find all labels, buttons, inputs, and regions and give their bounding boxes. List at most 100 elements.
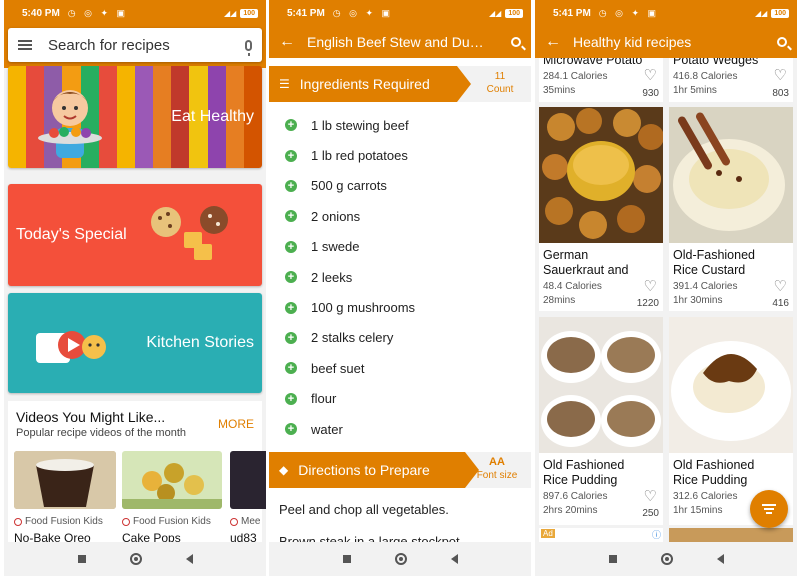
ingredients-header-bar: ☰ Ingredients Required: [269, 66, 471, 102]
ingredient-item[interactable]: + water: [269, 414, 531, 444]
add-icon[interactable]: +: [285, 210, 297, 223]
recipe-app-bar: ← English Beef Stew and Dum…: [269, 26, 531, 58]
back-arrow-icon[interactable]: ←: [279, 33, 299, 51]
status-bar: 5:41 PM ◷ ◎ ✦ ▣ ◢◢ 100: [535, 0, 797, 26]
like-count: 250: [642, 508, 659, 519]
status-bar: 5:40 PM ◷ ◎ ✦ ▣ ◢◢ 100: [4, 0, 266, 26]
home-button[interactable]: [394, 553, 407, 565]
ingredient-item[interactable]: +1 swede: [269, 232, 531, 262]
heart-icon[interactable]: ♡: [644, 66, 657, 84]
todays-special-card[interactable]: Today's Special: [8, 184, 262, 286]
cake-pops-image: [122, 451, 222, 509]
ingredient-item[interactable]: +500 g carrots: [269, 171, 531, 201]
signal-icon: ◢◢: [224, 8, 237, 18]
notification-icons: ◷ ◎ ✦ ▣: [598, 7, 660, 18]
add-icon[interactable]: +: [285, 423, 297, 436]
home-button[interactable]: [129, 553, 142, 565]
search-icon[interactable]: [777, 37, 787, 47]
count-value: 11: [494, 71, 506, 82]
count-label: Count: [486, 84, 514, 95]
add-icon[interactable]: +: [285, 271, 297, 284]
recipe-calories: 416.8 Calories: [673, 71, 738, 82]
ingredient-item[interactable]: +2 onions: [269, 201, 531, 231]
channel-icon: [230, 517, 238, 526]
recipe-card[interactable]: German Sauerkraut and 48.4 Calories 28mi…: [539, 107, 663, 311]
ingredient-item[interactable]: +1 lb red potatoes: [269, 140, 531, 170]
back-arrow-icon[interactable]: ←: [545, 33, 565, 51]
ingredient-item[interactable]: + flour: [269, 384, 531, 414]
home-screen: 5:40 PM ◷ ◎ ✦ ▣ ◢◢ 100 Search for recipe…: [4, 0, 266, 576]
ingredient-item[interactable]: + beef suet: [269, 353, 531, 383]
sort-fab-button[interactable]: [750, 490, 788, 528]
microphone-icon[interactable]: [245, 39, 252, 56]
video-thumbnail-oreo[interactable]: [14, 451, 116, 509]
recipe-title-line1: Old-Fashioned: [673, 248, 755, 262]
recents-button[interactable]: [342, 555, 351, 563]
add-icon[interactable]: +: [285, 179, 297, 192]
video-thumbnail-cakepops[interactable]: [122, 451, 222, 509]
add-icon[interactable]: +: [285, 362, 297, 375]
search-input[interactable]: Search for recipes: [48, 37, 170, 54]
recipe-time: 1hr 15mins: [673, 505, 723, 516]
eat-healthy-card[interactable]: Eat Healthy: [8, 66, 262, 168]
recipe-time: 35mins: [543, 85, 576, 96]
recents-button[interactable]: [77, 555, 86, 563]
recipe-title-line2: Rice Pudding: [543, 473, 618, 487]
direction-step-2: Brown steak in a large stockpot: [279, 534, 460, 542]
recipe-time: 28mins: [543, 295, 576, 306]
like-count: 416: [772, 298, 789, 309]
search-icon[interactable]: [511, 37, 521, 47]
ad-banner[interactable]: Ad ⓘ: [539, 528, 663, 542]
recipe-title: English Beef Stew and Dum…: [307, 34, 492, 50]
ingredient-item[interactable]: +2 leeks: [269, 262, 531, 292]
ad-info-icon[interactable]: ⓘ: [652, 528, 661, 541]
add-icon[interactable]: +: [285, 149, 297, 162]
back-button[interactable]: [185, 554, 193, 564]
directions-header-bar: ◆ Directions to Prepare: [269, 452, 479, 488]
recipe-card[interactable]: Old-Fashioned Rice Custard 391.4 Calorie…: [669, 107, 793, 311]
home-button[interactable]: [660, 553, 673, 565]
direction-step-1: Peel and chop all vegetables.: [279, 502, 449, 517]
font-size-button[interactable]: AA Font size: [469, 456, 525, 482]
recents-button[interactable]: [608, 555, 617, 563]
signal-icon: ◢◢: [489, 8, 502, 18]
videos-title: Videos You Might Like...: [16, 409, 166, 425]
search-bar[interactable]: Search for recipes: [8, 28, 262, 62]
heart-icon[interactable]: ♡: [774, 66, 787, 84]
add-icon[interactable]: +: [285, 119, 297, 132]
more-button[interactable]: MORE: [218, 417, 254, 431]
ingredient-item[interactable]: +1 lb stewing beef: [269, 110, 531, 140]
add-icon[interactable]: +: [285, 392, 297, 405]
status-right: ◢◢ 100: [224, 8, 258, 18]
recipe-time: 2hrs 20mins: [543, 505, 598, 516]
recipe-card[interactable]: Microwave Potato 284.1 Calories 35mins ♡…: [539, 58, 663, 102]
back-button[interactable]: [450, 554, 458, 564]
rice-custard-image: [669, 107, 793, 243]
add-icon[interactable]: +: [285, 331, 297, 344]
kids-app-bar: ← Healthy kid recipes: [535, 26, 797, 58]
add-icon[interactable]: +: [285, 240, 297, 253]
video-thumbnail-3[interactable]: [230, 451, 266, 509]
rice-pudding-plate-image: [669, 317, 793, 453]
heart-icon[interactable]: ♡: [644, 487, 657, 505]
ingredient-item[interactable]: +2 stalks celery: [269, 323, 531, 353]
recipe-card[interactable]: Old Fashioned Rice Pudding 897.6 Calorie…: [539, 317, 663, 525]
add-icon[interactable]: +: [285, 301, 297, 314]
heart-icon[interactable]: ♡: [644, 277, 657, 295]
heart-icon[interactable]: ♡: [774, 277, 787, 295]
battery-icon: 100: [240, 8, 258, 18]
like-count: 803: [772, 88, 789, 99]
kitchen-stories-card[interactable]: Kitchen Stories: [8, 293, 262, 393]
directions-icon: ◆: [279, 463, 289, 477]
recipe-time: 1hr 30mins: [673, 295, 723, 306]
recipe-card[interactable]: Potato Wedges 416.8 Calories 1hr 5mins ♡…: [669, 58, 793, 102]
back-button[interactable]: [716, 554, 724, 564]
recipe-screen: 5:41 PM ◷ ◎ ✦ ▣ ◢◢ 100 ← English Beef St…: [269, 0, 531, 576]
recipe-card-partial[interactable]: [669, 528, 793, 542]
menu-icon[interactable]: [18, 40, 32, 50]
ingredient-item[interactable]: +100 g mushrooms: [269, 292, 531, 322]
video-source-2: Food Fusion Kids: [122, 516, 211, 527]
like-count: 1220: [636, 298, 659, 309]
channel-icon: [122, 517, 130, 526]
nav-bar: [535, 542, 797, 576]
